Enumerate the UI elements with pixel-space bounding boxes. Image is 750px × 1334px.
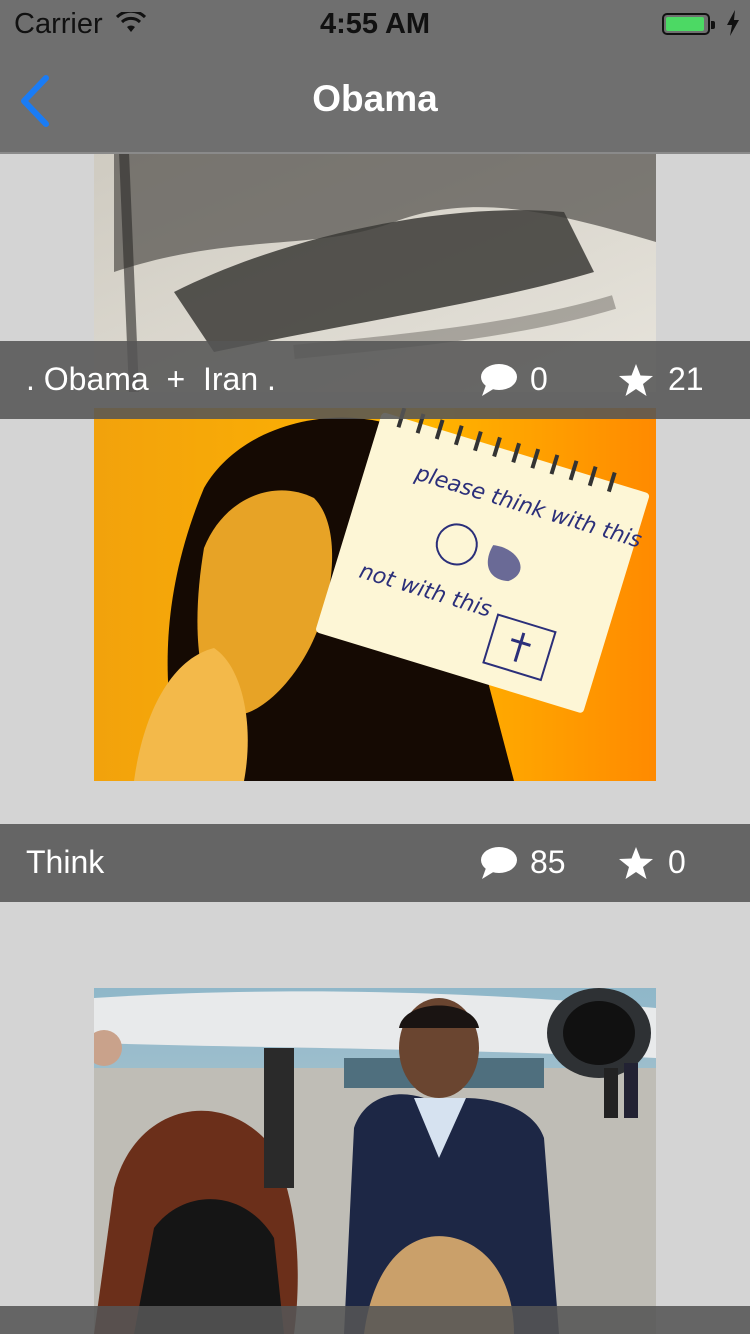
post-title[interactable]: Think (26, 844, 104, 881)
comment-count-value: 0 (530, 361, 548, 397)
navigation-bar: Carrier 4:55 AM Obama (0, 0, 750, 154)
star-icon (619, 846, 653, 879)
speech-bubble-icon (481, 846, 517, 879)
post-caption-bar: . Obama + Iran . 0 21 (0, 341, 750, 419)
star-count-value: 0 (668, 844, 686, 880)
battery-icon (662, 13, 715, 35)
clock: 4:55 AM (319, 8, 431, 40)
charging-bolt-icon (726, 10, 740, 36)
post-image-airport[interactable] (94, 988, 656, 1334)
page-title: Obama (312, 78, 438, 119)
star-count-value: 21 (668, 361, 704, 397)
comment-count[interactable]: 85 (480, 844, 566, 881)
comment-count[interactable]: 0 (480, 361, 548, 398)
post-caption-bar (0, 1306, 750, 1334)
post-image-woman-with-notebook[interactable]: please think with this not with this (94, 408, 656, 781)
star-count[interactable]: 0 (618, 844, 686, 881)
post-title[interactable]: . Obama + Iran . (26, 361, 276, 398)
post-caption-bar: Think 85 0 (0, 824, 750, 902)
star-icon (619, 363, 653, 396)
speech-bubble-icon (481, 363, 517, 396)
star-count[interactable]: 21 (618, 361, 704, 398)
status-bar: Carrier 4:55 AM (0, 0, 750, 50)
comment-count-value: 85 (530, 844, 566, 880)
